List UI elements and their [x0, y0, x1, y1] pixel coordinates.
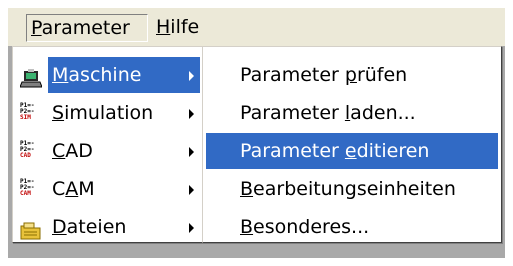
submenu-item-label: Besonderes...: [240, 209, 369, 245]
submenu-arrow-icon: [189, 223, 194, 233]
menu-item-maschine-rest: aschine: [68, 64, 142, 86]
submenu-item-mnemonic: p: [344, 64, 357, 86]
menu-item-cam-rest: M: [78, 178, 95, 200]
maschine-submenu: Parameter prüfen Parameter laden... Para…: [202, 46, 502, 243]
menu-item-cam[interactable]: P1=- P2=- CAM CAM: [16, 171, 200, 207]
menu-item-simulation[interactable]: P1=- P2=- SIM Simulation: [16, 95, 200, 131]
submenu-item-parameter-pruefen[interactable]: Parameter prüfen: [206, 57, 498, 93]
cad-icon-text: CAD: [20, 152, 31, 159]
submenu-item-rest: rüfen: [356, 64, 408, 86]
submenu-item-label: Bearbeitungseinheiten: [240, 171, 456, 207]
submenu-item-mnemonic: B: [240, 216, 254, 238]
menu-hilfe-mnemonic: H: [156, 16, 171, 38]
submenu-item-pre: Parameter: [240, 64, 345, 86]
menu-item-maschine-highlight: Maschine: [48, 57, 200, 93]
menu-item-simulation-mnemonic: S: [52, 102, 65, 124]
menu-item-cam-label: CAM: [52, 171, 95, 207]
files-icon: [20, 217, 42, 240]
menu-item-maschine-mnemonic: M: [52, 64, 69, 86]
submenu-item-rest: esonderes...: [253, 216, 370, 238]
simulation-icon: P1=- P2=- SIM: [20, 103, 42, 123]
menu-parameter-mnemonic: P: [31, 17, 42, 39]
cad-icon: P1=- P2=- CAD: [20, 141, 42, 161]
submenu-arrow-icon: [189, 71, 194, 81]
menu-item-cad-label: CAD: [52, 133, 93, 169]
menu-item-cam-pre: C: [52, 178, 66, 200]
submenu-item-pre: Parameter: [240, 140, 345, 162]
menu-item-cam-mnemonic: A: [65, 178, 79, 200]
menu-item-simulation-rest: imulation: [64, 102, 154, 124]
submenu-arrow-icon: [189, 185, 194, 195]
machine-icon: [19, 65, 43, 88]
menu-item-cad-rest: AD: [65, 140, 93, 162]
menu-item-maschine[interactable]: Maschine: [16, 57, 200, 93]
cam-icon: P1=- P2=- CAM: [20, 179, 42, 199]
menu-hilfe[interactable]: Hilfe: [152, 14, 212, 42]
menu-item-dateien-label: Dateien: [52, 209, 126, 245]
submenu-item-mnemonic: e: [344, 140, 357, 162]
menu-hilfe-label: ilfe: [170, 16, 200, 38]
menu-parameter[interactable]: Parameter: [26, 14, 148, 42]
submenu-item-besonderes[interactable]: Besonderes...: [206, 209, 498, 245]
window: Parameter Hilfe Maschine P1=- P2=- SIM S…: [0, 0, 513, 266]
submenu-item-bearbeitungseinheiten[interactable]: Bearbeitungseinheiten: [206, 171, 498, 207]
submenu-arrow-icon: [189, 147, 194, 157]
parameter-dropdown: Maschine P1=- P2=- SIM Simulation P1=- P2=-…: [12, 46, 204, 243]
submenu-item-parameter-laden[interactable]: Parameter laden...: [206, 95, 498, 131]
menu-item-cad-mnemonic: C: [52, 140, 66, 162]
submenu-item-parameter-editieren[interactable]: Parameter editieren: [206, 133, 498, 169]
submenu-arrow-icon: [189, 109, 194, 119]
menu-item-dateien[interactable]: Dateien: [16, 209, 200, 245]
menu-item-dateien-mnemonic: D: [52, 216, 67, 238]
menu-item-maschine-label: Maschine: [52, 57, 141, 93]
submenu-item-rest: ditieren: [356, 140, 430, 162]
submenu-item-label: Parameter laden...: [240, 95, 416, 131]
submenu-item-rest: earbeitungseinheiten: [253, 178, 456, 200]
submenu-item-label: Parameter prüfen: [240, 57, 407, 93]
submenu-item-pre: Parameter: [240, 102, 345, 124]
submenu-item-mnemonic: B: [240, 178, 254, 200]
submenu-item-rest: aden...: [350, 102, 416, 124]
submenu-item-label: Parameter editieren: [240, 133, 429, 169]
menu-item-cad[interactable]: P1=- P2=- CAD CAD: [16, 133, 200, 169]
menu-item-dateien-rest: ateien: [66, 216, 127, 238]
menu-item-simulation-label: Simulation: [52, 95, 153, 131]
menubar: Parameter Hilfe: [8, 8, 505, 46]
simulation-icon-text: SIM: [20, 114, 31, 121]
cam-icon-text: CAM: [20, 190, 31, 197]
menu-parameter-label: arameter: [41, 17, 130, 39]
